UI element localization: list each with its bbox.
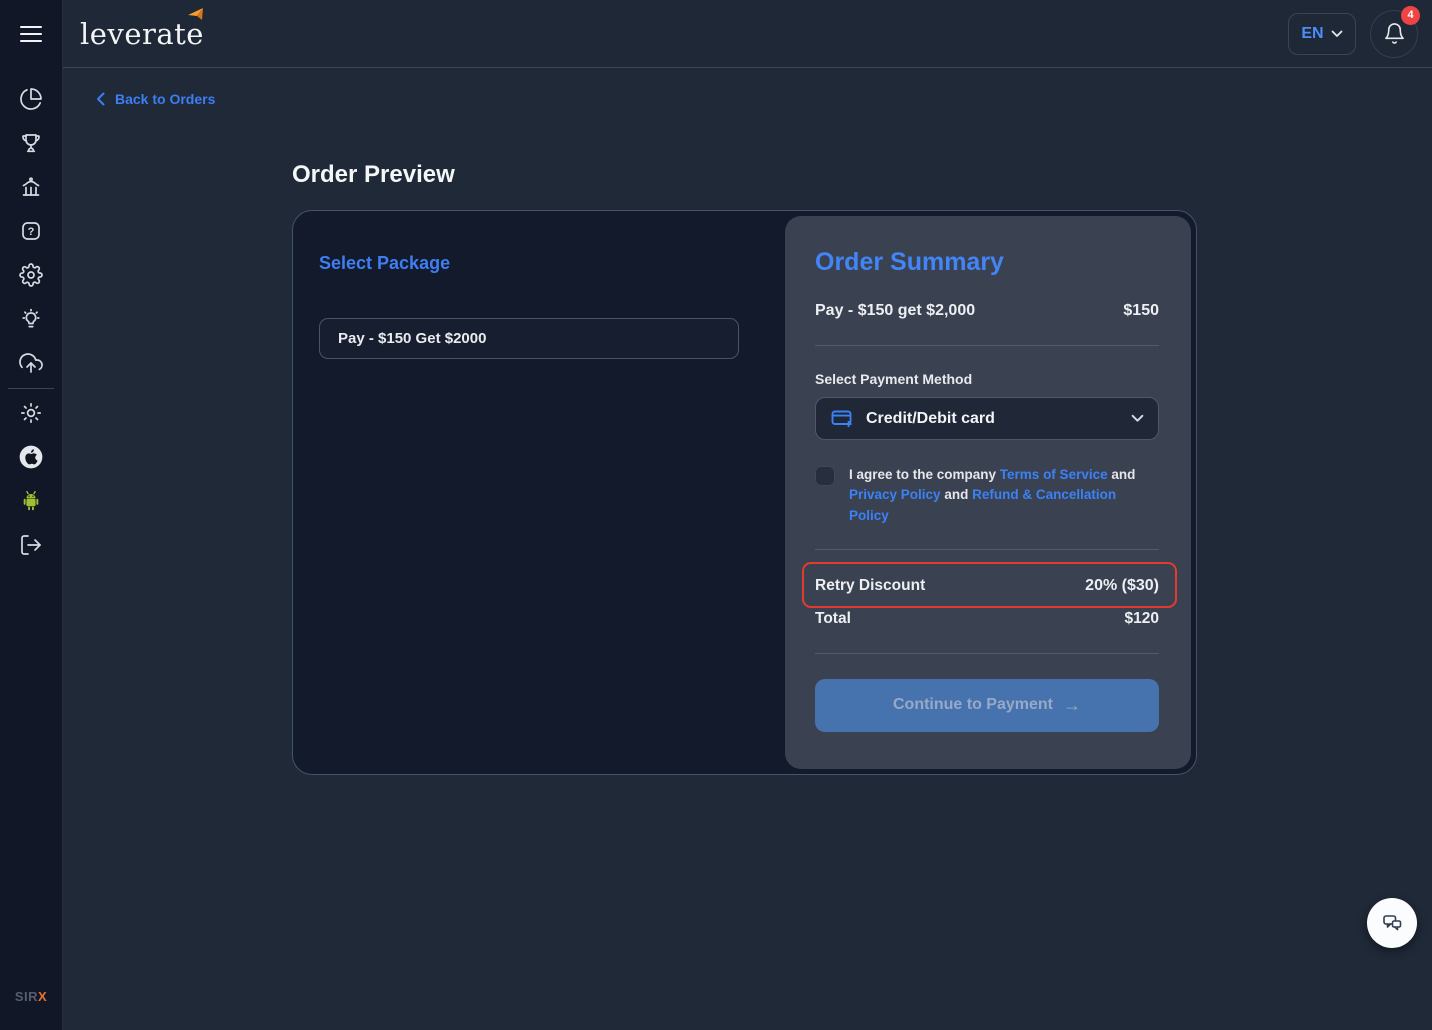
sidebar-item-help[interactable]: ? xyxy=(9,209,53,253)
terms-conj: and xyxy=(940,487,973,503)
gear-icon xyxy=(19,263,43,287)
sirx-logo-x: X xyxy=(38,989,48,1004)
logout-icon xyxy=(21,535,41,555)
pie-chart-icon xyxy=(20,88,42,110)
notifications-button[interactable]: 4 xyxy=(1370,5,1420,58)
bank-icon xyxy=(22,177,40,196)
arrow-right-icon: → xyxy=(1063,694,1081,715)
sidebar: ? SIRX xyxy=(0,0,63,1030)
order-summary-panel: Order Summary Pay - $150 get $2,000 $150… xyxy=(785,216,1191,769)
sirx-logo: SIRX xyxy=(15,989,47,1004)
package-select-input[interactable]: Pay - $150 Get $2000 xyxy=(319,318,739,359)
retry-discount-label: Retry Discount xyxy=(815,576,926,594)
back-to-orders-link[interactable]: Back to Orders xyxy=(96,91,215,107)
top-header: leverate EN 4 xyxy=(63,0,1432,68)
language-label: EN xyxy=(1301,24,1324,42)
sidebar-item-logout[interactable] xyxy=(9,523,53,567)
line-item-amount: $150 xyxy=(1123,302,1159,319)
select-package-heading: Select Package xyxy=(319,253,451,273)
summary-divider xyxy=(815,652,1159,654)
summary-line-item: Pay - $150 get $2,000 $150 xyxy=(815,302,1159,320)
total-label: Total xyxy=(815,609,851,627)
sidebar-nav: ? xyxy=(8,77,54,567)
continue-to-payment-label: Continue to Payment xyxy=(892,696,1053,714)
terms-conj: and xyxy=(1107,467,1136,482)
sirx-logo-text: SIR xyxy=(14,989,38,1004)
total-value: $120 xyxy=(1124,609,1159,627)
total-row: Total $120 xyxy=(815,610,1159,628)
sun-icon xyxy=(20,402,42,424)
terms-text: I agree to the company Terms of Service … xyxy=(849,465,1151,526)
android-icon xyxy=(23,490,39,511)
sidebar-item-pie-chart[interactable] xyxy=(9,77,53,121)
sidebar-item-android[interactable] xyxy=(9,479,53,523)
retry-discount-row: Retry Discount 20% ($30) xyxy=(802,561,1177,608)
apple-icon xyxy=(19,445,43,469)
help-icon: ? xyxy=(22,222,40,240)
chat-icon xyxy=(1383,915,1402,931)
leverate-logo: leverate xyxy=(80,7,204,51)
svg-text:?: ? xyxy=(28,226,35,238)
sidebar-divider xyxy=(8,388,54,389)
order-summary-heading: Order Summary xyxy=(815,248,1004,276)
summary-divider xyxy=(815,548,1159,550)
notification-badge: 4 xyxy=(1401,5,1420,25)
terms-agreement-row: I agree to the company Terms of Service … xyxy=(815,465,1159,526)
line-item-label: Pay - $150 get $2,000 xyxy=(815,302,976,319)
terms-checkbox[interactable] xyxy=(815,466,835,486)
leverate-logo-mark-icon xyxy=(187,7,203,20)
language-selector[interactable]: EN xyxy=(1288,12,1356,55)
chat-widget-button[interactable] xyxy=(1367,898,1417,948)
sidebar-item-trophy[interactable] xyxy=(9,121,53,165)
continue-to-payment-button[interactable]: Continue to Payment → xyxy=(815,678,1159,732)
retry-discount-value: 20% ($30) xyxy=(1085,576,1159,594)
cloud-upload-icon xyxy=(19,353,43,373)
summary-divider xyxy=(815,345,1159,346)
package-select-value: Pay - $150 Get $2000 xyxy=(338,330,487,347)
payment-method-label: Select Payment Method xyxy=(815,371,973,387)
bell-icon xyxy=(1384,23,1404,44)
hamburger-icon xyxy=(20,25,42,43)
payment-method-value: Credit/Debit card xyxy=(866,409,995,427)
sidebar-item-apple[interactable] xyxy=(9,435,53,479)
page-title: Order Preview xyxy=(292,161,455,188)
terms-of-service-link[interactable]: Terms of Service xyxy=(1000,467,1108,482)
trophy-icon xyxy=(22,134,40,153)
back-to-orders-label: Back to Orders xyxy=(115,91,216,107)
sidebar-item-settings[interactable] xyxy=(9,253,53,297)
chevron-down-icon xyxy=(1131,414,1144,422)
header-actions: EN 4 xyxy=(1288,5,1420,58)
chevron-left-icon xyxy=(97,92,105,106)
credit-card-icon xyxy=(831,410,852,427)
lightbulb-icon xyxy=(22,308,40,328)
sidebar-item-bank[interactable] xyxy=(9,165,53,209)
sidebar-item-brightness[interactable] xyxy=(9,391,53,435)
payment-method-select[interactable]: Credit/Debit card xyxy=(815,397,1159,440)
privacy-policy-link[interactable]: Privacy Policy xyxy=(849,487,941,502)
terms-prefix: I agree to the company xyxy=(849,467,1000,482)
menu-button[interactable] xyxy=(0,0,63,68)
order-preview-card: Select Package Pay - $150 Get $2000 Orde… xyxy=(292,210,1197,775)
chevron-down-icon xyxy=(1331,30,1343,37)
sidebar-item-cloud-upload[interactable] xyxy=(9,341,53,385)
sidebar-item-idea[interactable] xyxy=(9,297,53,341)
